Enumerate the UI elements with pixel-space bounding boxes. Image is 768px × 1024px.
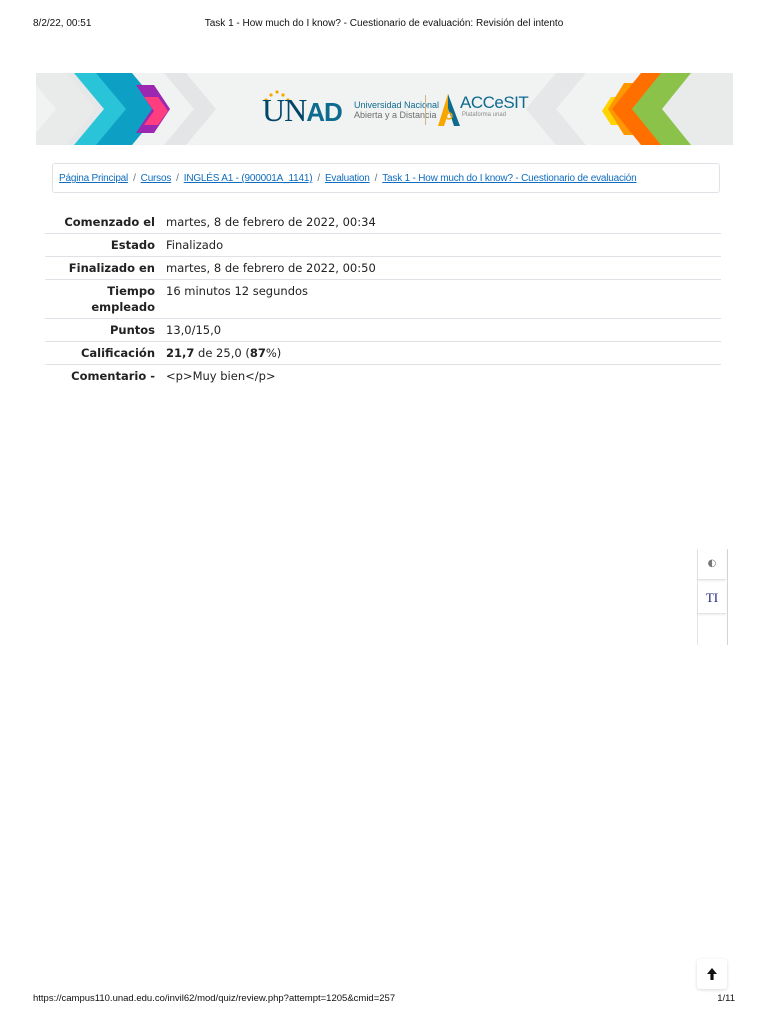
breadcrumb-section-link[interactable]: Evaluation — [325, 173, 370, 184]
summary-value: 16 minutos 12 segundos — [160, 279, 721, 319]
summary-label: Estado — [45, 233, 160, 257]
summary-value: martes, 8 de febrero de 2022, 00:50 — [160, 256, 721, 280]
print-header: 8/2/22, 00:51 Task 1 - How much do I kno… — [33, 18, 735, 32]
unad-logo-text: Universidad Nacional Abierta y a Distanc… — [354, 100, 439, 120]
summary-value: martes, 8 de febrero de 2022, 00:34 — [166, 215, 376, 229]
breadcrumb-quiz-link[interactable]: Task 1 - How much do I know? - Cuestiona… — [382, 173, 636, 184]
summary-label: Calificación — [45, 341, 160, 365]
text-size-icon: TI — [705, 590, 719, 605]
accesit-tagline: Plataforma unad — [462, 112, 507, 118]
unad-logo-line1: Universidad Nacional — [354, 100, 440, 110]
breadcrumb-separator: / — [317, 173, 320, 184]
back-to-top-button[interactable] — [697, 959, 727, 989]
print-footer: https://campus110.unad.edu.co/invil62/mo… — [33, 993, 735, 1005]
summary-row-marks: Puntos 13,0/15,0 — [45, 318, 721, 342]
text-size-button[interactable]: TI — [698, 583, 726, 614]
breadcrumb-course-link[interactable]: INGLÉS A1 - (900001A_1141) — [184, 173, 313, 184]
breadcrumb-home-link[interactable]: Página Principal — [59, 173, 128, 184]
summary-value: <p>Muy bien</p> — [160, 364, 721, 387]
summary-row-state: Estado Finalizado — [45, 233, 721, 257]
grade-of-text: de 25,0 ( — [194, 346, 250, 360]
unad-logo-line2: Abierta y a Distancia — [354, 110, 437, 120]
breadcrumb-separator: / — [176, 173, 179, 184]
summary-value: 13,0/15,0 — [160, 318, 721, 342]
unad-logo-wordmark: UNAD — [262, 92, 343, 129]
accessibility-widgets: ◐ TI — [697, 549, 728, 645]
summary-label: Comentario - — [45, 364, 160, 387]
summary-row-grade: Calificación 21,7 de 25,0 (87%) — [45, 341, 721, 365]
unad-logo: UNAD Universidad Nacional Abierta y a Di… — [262, 90, 439, 130]
breadcrumb: Página Principal / Cursos / INGLÉS A1 - (900… — [52, 163, 720, 193]
logo-divider — [425, 95, 426, 125]
summary-row-comment: Comentario - <p>Muy bien</p> — [45, 364, 721, 387]
print-page-indicator: 1/11 — [717, 993, 735, 1004]
contrast-toggle-button[interactable]: ◐ — [698, 549, 726, 580]
grade-score: 21,7 — [166, 346, 195, 360]
summary-row-completed: Finalizado en martes, 8 de febrero de 20… — [45, 256, 721, 280]
breadcrumb-separator: / — [374, 173, 378, 184]
summary-label: Comenzado el — [64, 215, 155, 229]
breadcrumb-separator: / — [133, 173, 136, 184]
summary-label: Puntos — [45, 318, 160, 342]
summary-value: Finalizado — [160, 233, 721, 257]
grade-close-text: %) — [265, 346, 282, 360]
accesit-wordmark: ACCeSIT — [460, 93, 529, 112]
print-url: https://campus110.unad.edu.co/invil62/mo… — [33, 993, 396, 1004]
site-banner: UNAD Universidad Nacional Abierta y a Di… — [36, 73, 733, 145]
breadcrumb-courses-link[interactable]: Cursos — [141, 173, 172, 184]
summary-label: Finalizado en — [45, 256, 160, 280]
print-page-title: Task 1 - How much do I know? - Cuestiona… — [204, 18, 564, 29]
summary-row-time-taken: Tiempo empleado 16 minutos 12 segundos — [45, 279, 721, 319]
summary-label: Tiempo empleado — [45, 279, 160, 319]
grade-percent: 87 — [249, 346, 266, 360]
contrast-icon: ◐ — [707, 558, 717, 569]
unad-logo-un: UN — [262, 92, 307, 128]
arrow-up-icon — [707, 968, 717, 980]
attempt-summary-table: Comenzado el martes, 8 de febrero de 202… — [45, 211, 721, 387]
summary-grade-value: 21,7 de 25,0 (87%) — [160, 341, 721, 365]
unad-logo-ad: AD — [306, 97, 343, 127]
summary-row-started: Comenzado el martes, 8 de febrero de 202… — [45, 211, 721, 234]
accesit-logo: ACCeSIT Plataforma unad — [434, 90, 544, 130]
